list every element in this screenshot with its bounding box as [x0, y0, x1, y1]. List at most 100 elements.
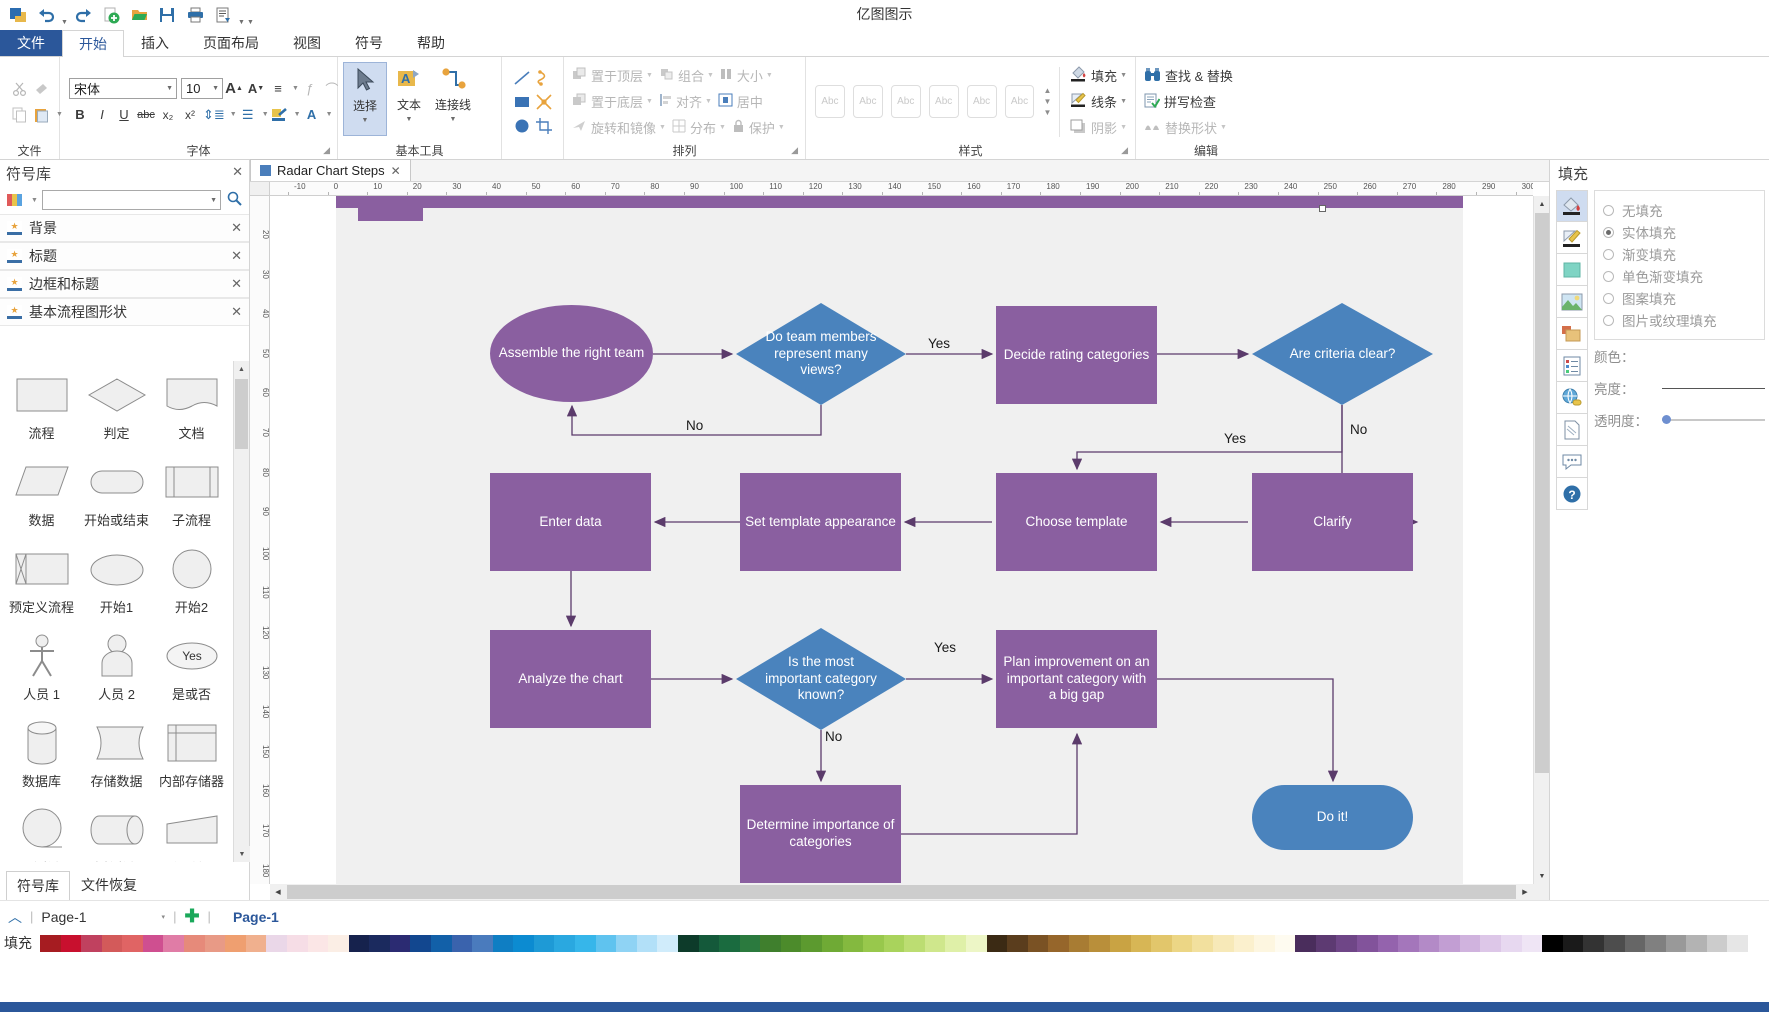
color-swatch[interactable] [225, 934, 246, 952]
freeform-tool-icon[interactable] [533, 91, 555, 113]
color-swatch[interactable] [492, 934, 514, 952]
horizontal-ruler[interactable]: -10 0 10 20 30 40 50 60 70 80 90 100 110 120 130 140 150… [270, 182, 1533, 196]
page-sheet[interactable]: Assemble the right team Do team members … [336, 196, 1463, 884]
color-swatch[interactable] [1583, 934, 1604, 952]
color-swatch[interactable] [1192, 934, 1213, 952]
fill-option-mono-gradient[interactable]: 单色渐变填充 [1603, 265, 1758, 287]
color-swatch[interactable] [533, 934, 555, 952]
shape-item-start-end[interactable]: 开始或结束 [79, 454, 154, 539]
protect-button[interactable]: 保护 ▼ [729, 116, 788, 140]
flow-node-clarify[interactable]: Clarify [1252, 473, 1413, 571]
app-logo-icon[interactable] [6, 3, 30, 27]
flow-node-are-criteria-clear[interactable]: Are criteria clear? [1252, 303, 1433, 405]
hyperlink-icon[interactable] [1556, 382, 1588, 414]
bullets-caret[interactable]: ▼ [262, 111, 269, 118]
color-swatch[interactable] [1254, 934, 1275, 952]
gallery-scroll-up-icon[interactable]: ▲ [1041, 85, 1053, 96]
highlight-caret[interactable]: ▼ [294, 111, 301, 118]
color-swatch-list[interactable] [40, 934, 1769, 952]
color-swatch[interactable] [677, 934, 699, 952]
transparency-slider[interactable] [1662, 415, 1765, 424]
color-swatch[interactable] [472, 934, 493, 952]
superscript-button[interactable]: x² [179, 104, 201, 126]
color-swatch[interactable] [245, 934, 267, 952]
color-swatch[interactable] [821, 934, 843, 952]
color-swatch[interactable] [986, 934, 1008, 952]
flow-node-set-template-appearance[interactable]: Set template appearance [740, 473, 901, 571]
color-swatch-icon[interactable] [1556, 254, 1588, 286]
shape-gallery-scrollbar[interactable]: ▲ ▼ [233, 361, 250, 862]
close-icon[interactable]: ✕ [391, 164, 401, 178]
fill-bucket-icon[interactable] [1556, 190, 1588, 222]
color-swatch[interactable] [266, 934, 287, 952]
tool-connector-button[interactable]: 连接线 ▼ [431, 62, 475, 136]
cut-icon[interactable] [9, 78, 31, 100]
align-button[interactable]: 对齐 ▼ [656, 90, 715, 114]
replace-shape-button[interactable]: 替换形状 ▼ [1141, 116, 1230, 140]
flow-node-determine-importance-of-categories[interactable]: Determine importance of categories [740, 785, 901, 883]
comment-icon[interactable] [1556, 446, 1588, 478]
color-swatch[interactable] [966, 934, 987, 952]
color-swatch[interactable] [1212, 934, 1234, 952]
gallery-expand-icon[interactable]: ▼ [1041, 107, 1053, 118]
shape-item-start2[interactable]: 开始2 [154, 541, 229, 626]
color-swatch[interactable] [1501, 934, 1522, 952]
font-size-combobox[interactable]: 10 ▼ [181, 78, 223, 99]
slider-knob[interactable] [1662, 415, 1671, 424]
style-sample-5[interactable]: Abc [966, 85, 997, 118]
color-swatch[interactable] [81, 934, 102, 952]
subscript-button[interactable]: x₂ [157, 104, 179, 126]
send-to-back-button[interactable]: 置于底层 ▼ [569, 90, 656, 114]
color-swatch[interactable] [1439, 934, 1460, 952]
shape-item-subprocess[interactable]: 子流程 [154, 454, 229, 539]
arrange-dialog-launcher-icon[interactable]: ◢ [791, 142, 798, 158]
library-group-border-title[interactable]: ★ 边框和标题 ✕ [0, 270, 249, 298]
undo-dropdown-caret[interactable]: ▼ [60, 4, 69, 26]
ribbon-tab-view[interactable]: 视图 [276, 30, 338, 56]
flow-node-enter-data[interactable]: Enter data [490, 473, 651, 571]
color-swatch[interactable] [142, 934, 164, 952]
color-swatch[interactable] [1377, 934, 1399, 952]
flow-node-decide-rating-categories[interactable]: Decide rating categories [996, 306, 1157, 404]
tool-text-caret[interactable]: ▼ [406, 116, 413, 123]
vertical-ruler[interactable]: 20 30 40 50 60 70 80 90 100 110 120 130 140 150 160 170… [250, 196, 270, 884]
ribbon-tab-file[interactable]: 文件 [0, 30, 62, 56]
flow-node-choose-template[interactable]: Choose template [996, 473, 1157, 571]
color-swatch[interactable] [1645, 934, 1666, 952]
ellipse-tool-icon[interactable] [511, 115, 533, 137]
color-swatch[interactable] [1521, 934, 1543, 952]
radio-icon[interactable] [1603, 292, 1614, 304]
shape-item-manual-input[interactable]: 手动输入 [154, 802, 229, 862]
ribbon-tab-home[interactable]: 开始 [62, 30, 124, 58]
fill-option-none[interactable]: 无填充 [1603, 199, 1758, 221]
style-sample-6[interactable]: Abc [1004, 85, 1035, 118]
font-dialog-launcher-icon[interactable]: ◢ [323, 142, 330, 158]
scroll-up-icon[interactable]: ▲ [234, 361, 249, 377]
shape-item-person1[interactable]: 人员 1 [4, 628, 79, 713]
shape-item-decision[interactable]: 判定 [79, 367, 154, 452]
color-swatch[interactable] [1295, 934, 1316, 952]
color-swatch[interactable] [1665, 934, 1687, 952]
library-group-background[interactable]: ★ 背景 ✕ [0, 214, 249, 242]
color-swatch[interactable] [1747, 934, 1769, 952]
color-swatch[interactable] [945, 934, 967, 952]
radio-icon[interactable] [1603, 226, 1614, 238]
scroll-up-icon[interactable]: ▲ [1534, 196, 1550, 212]
color-swatch[interactable] [122, 934, 143, 952]
format-painter-icon[interactable] [31, 78, 53, 100]
grow-font-icon[interactable]: A ▲ [223, 78, 245, 100]
shrink-font-icon[interactable]: A ▼ [245, 78, 267, 100]
shape-item-predefined-process[interactable]: 预定义流程 [4, 541, 79, 626]
color-swatch[interactable] [40, 934, 61, 952]
color-swatch[interactable] [410, 934, 431, 952]
find-replace-button[interactable]: 查找 & 替换 [1141, 64, 1236, 88]
fill-option-gradient[interactable]: 渐变填充 [1603, 243, 1758, 265]
color-swatch[interactable] [575, 934, 596, 952]
color-swatch[interactable] [430, 934, 452, 952]
close-icon[interactable]: ✕ [231, 304, 242, 320]
close-icon[interactable]: ✕ [232, 164, 243, 180]
copy-icon[interactable] [9, 104, 31, 126]
color-swatch[interactable] [801, 934, 822, 952]
shape-item-sequential-data[interactable]: 顺序数据 [4, 802, 79, 862]
library-group-title[interactable]: ★ 标题 ✕ [0, 242, 249, 270]
